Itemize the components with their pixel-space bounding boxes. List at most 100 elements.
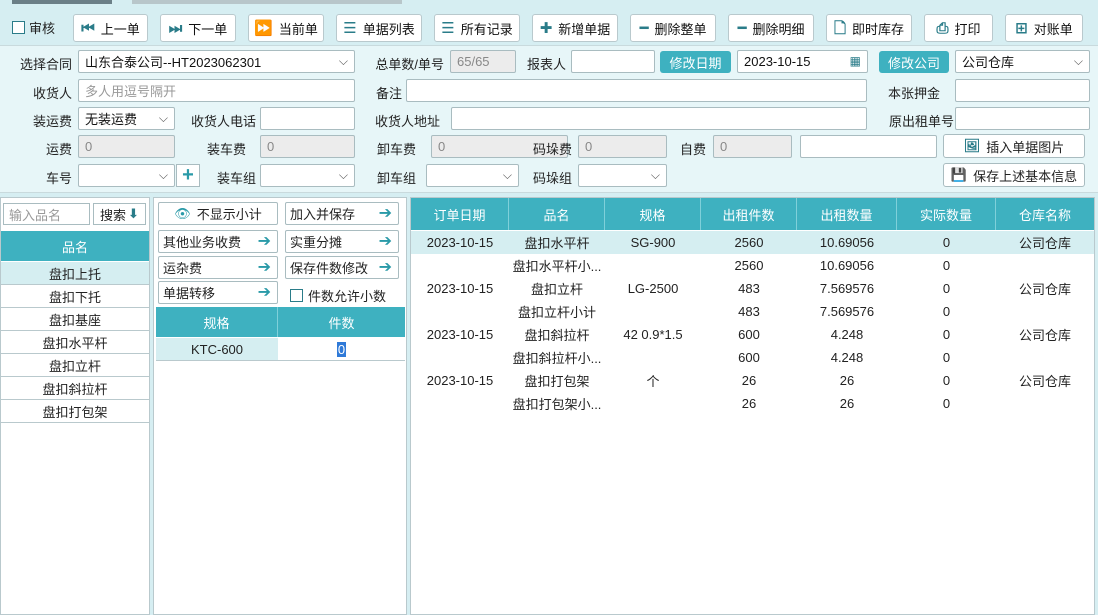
table-row[interactable]: 盘扣立杆小计 483 7.569576 0	[411, 300, 1094, 323]
contract-select[interactable]: 山东合泰公司--HT2023062301 ⌵	[78, 50, 355, 73]
table-cell: 2023-10-15	[426, 373, 494, 388]
add-vehicle-button[interactable]: +	[176, 164, 200, 187]
table-cell: 0	[942, 281, 951, 296]
table-row[interactable]: 2023-10-15 盘扣立杆 LG-2500 483 7.569576 0 公司仓库	[411, 277, 1094, 300]
chevron-down-icon: ⌵	[338, 54, 348, 68]
save-icon: 💾	[950, 167, 968, 182]
unloading-group-select[interactable]: ⌵	[426, 164, 519, 187]
table-cell: 盘扣打包架	[524, 374, 590, 389]
list-item[interactable]: 盘扣打包架	[1, 400, 149, 423]
list-item[interactable]: 盘扣基座	[1, 308, 149, 331]
deposit-input[interactable]	[955, 79, 1090, 102]
arrow-right-icon: ➔	[257, 233, 271, 250]
save-qty-button[interactable]: 保存件数修改 ➔	[285, 256, 399, 279]
skip-forward-icon: ⏭	[168, 19, 183, 37]
table-icon: ⊞	[1015, 19, 1028, 37]
table-cell: 0	[942, 350, 951, 365]
prev-button[interactable]: ⏮ 上一单	[73, 14, 148, 42]
orig-no-label: 原出租单号	[888, 114, 954, 129]
modify-date-button[interactable]: 修改日期	[660, 51, 731, 73]
chevron-down-icon: ⌵	[158, 168, 168, 182]
table-cell: 10.69056	[819, 258, 875, 273]
new-doc-button[interactable]: ✚ 新增单据	[532, 14, 618, 42]
table-row[interactable]: 盘扣水平杆小... 2560 10.69056 0	[411, 254, 1094, 277]
table-cell: 600	[738, 327, 760, 342]
table-row[interactable]: 2023-10-15 盘扣斜拉杆 42 0.9*1.5 600 4.248 0 公司仓库	[411, 323, 1094, 346]
plus-icon: +	[182, 164, 194, 186]
table-cell: 10.69056	[819, 235, 875, 250]
actual-split-button[interactable]: 实重分摊 ➔	[285, 230, 399, 253]
table-cell: 个	[646, 374, 660, 389]
receiver-phone-input[interactable]	[260, 107, 355, 130]
table-cell: 4.248	[830, 350, 864, 365]
modify-company-button[interactable]: 修改公司	[879, 51, 949, 73]
qty-header: 件数	[328, 315, 355, 331]
list-item[interactable]: 盘扣水平杆	[1, 331, 149, 354]
arrow-down-icon: ⬇	[128, 206, 139, 221]
audit-checkbox[interactable]: 审核	[12, 18, 55, 37]
orig-no-input[interactable]	[955, 107, 1090, 130]
table-cell: 26	[741, 396, 757, 411]
table-cell: 盘扣打包架小...	[512, 397, 602, 412]
list-item[interactable]: 盘扣上托	[1, 262, 149, 285]
eye-slash-icon: 👁	[174, 205, 191, 221]
doc-list-button[interactable]: ☰ 单据列表	[336, 14, 422, 42]
search-button[interactable]: 搜索 ⬇	[93, 203, 146, 225]
date-field[interactable]: 2023-10-15 ▦	[737, 50, 868, 73]
insert-image-button[interactable]: 🖼 插入单据图片	[943, 134, 1085, 158]
table-cell	[411, 300, 509, 323]
list-item[interactable]: 盘扣立杆	[1, 354, 149, 377]
hide-subtotal-button[interactable]: 👁 不显示小计	[158, 202, 278, 225]
receiver-addr-input[interactable]	[451, 107, 867, 130]
col-header: 实际数量	[897, 198, 996, 230]
current-button[interactable]: ⏩ 当前单	[248, 14, 324, 42]
qty-input[interactable]: 0	[278, 338, 405, 360]
list-item[interactable]: 盘扣斜拉杆	[1, 377, 149, 400]
delete-detail-button[interactable]: ━ 删除明细	[728, 14, 814, 42]
table-row[interactable]: 2023-10-15 盘扣水平杆 SG-900 2560 10.69056 0 公司仓库	[411, 231, 1094, 254]
table-row[interactable]: 2023-10-15 盘扣打包架 个 26 26 0 公司仓库	[411, 369, 1094, 392]
remark-input[interactable]	[406, 79, 867, 102]
vehicle-select[interactable]: ⌵	[78, 164, 175, 187]
freight-field: 0	[78, 135, 175, 158]
next-button[interactable]: ⏭ 下一单	[160, 14, 236, 42]
table-cell: 盘扣立杆	[530, 282, 583, 297]
loading-group-select[interactable]: ⌵	[260, 164, 355, 187]
company-select[interactable]: 公司仓库 ⌵	[955, 50, 1090, 73]
chevron-down-icon: ⌵	[502, 168, 512, 182]
table-cell: 盘扣水平杆小...	[512, 259, 602, 274]
table-cell: 0	[942, 304, 951, 319]
extra-input[interactable]	[800, 135, 937, 158]
print-button[interactable]: ⎙ 打印	[924, 14, 993, 42]
checkbox-icon	[290, 289, 303, 302]
product-search-input[interactable]: 输入品名	[3, 203, 90, 225]
other-fee-button[interactable]: 其他业务收费 ➔	[158, 230, 278, 253]
table-row[interactable]: 盘扣斜拉杆小... 600 4.248 0	[411, 346, 1094, 369]
table-cell: 盘扣水平杆	[524, 236, 590, 251]
table-cell: 2023-10-15	[426, 281, 494, 296]
col-header: 订单日期	[411, 198, 509, 230]
allow-decimal-checkbox[interactable]: 件数允许小数	[290, 286, 386, 305]
checkbox-icon	[12, 21, 25, 34]
table-body: 2023-10-15 盘扣水平杆 SG-900 2560 10.69056 0 公司仓库 盘扣…	[411, 231, 1094, 415]
doc-transfer-button[interactable]: 单据转移 ➔	[158, 281, 278, 304]
list-item[interactable]: 盘扣下托	[1, 285, 149, 308]
transport-select[interactable]: 无装运费 ⌵	[78, 107, 175, 130]
all-records-button[interactable]: ☰ 所有记录	[434, 14, 520, 42]
stacking-group-label: 码垛组	[532, 171, 572, 186]
receiver-input[interactable]: 多人用逗号隔开	[78, 79, 355, 102]
instant-stock-button[interactable]: 🗋 即时库存	[826, 14, 912, 42]
table-cell: 26	[839, 396, 855, 411]
save-info-button[interactable]: 💾 保存上述基本信息	[943, 163, 1085, 187]
col-header: 出租数量	[797, 198, 897, 230]
delete-doc-button[interactable]: ━ 删除整单	[630, 14, 716, 42]
detail-table: 订单日期 品名 规格 出租件数 出租数量 实际数量 仓库名称 2023-10-1…	[410, 197, 1095, 615]
table-row[interactable]: 盘扣打包架小... 26 26 0	[411, 392, 1094, 415]
spec-header: 规格	[156, 307, 278, 337]
col-header: 仓库名称	[1018, 207, 1071, 223]
statement-button[interactable]: ⊞ 对账单	[1005, 14, 1083, 42]
stacking-group-select[interactable]: ⌵	[578, 164, 667, 187]
add-save-button[interactable]: 加入并保存 ➔	[285, 202, 399, 225]
reporter-field[interactable]	[571, 50, 655, 73]
misc-fee-button[interactable]: 运杂费 ➔	[158, 256, 278, 279]
